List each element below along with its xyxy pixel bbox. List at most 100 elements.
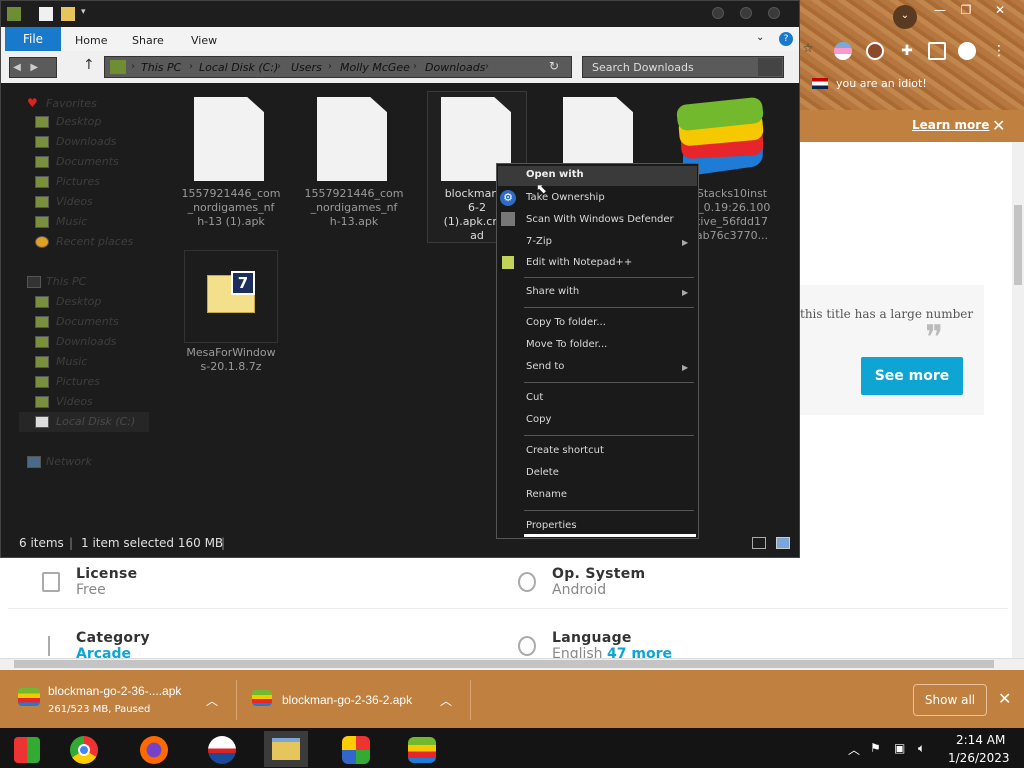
- breadcrumb-item[interactable]: Local Disk (C:): [199, 61, 278, 74]
- menu-scan-defender[interactable]: Scan With Windows Defender: [526, 214, 674, 225]
- nav-item-documents[interactable]: Documents: [56, 155, 119, 168]
- nav-item-pictures[interactable]: Pictures: [56, 375, 100, 388]
- learn-more-link[interactable]: Learn more: [912, 118, 989, 132]
- file-icon[interactable]: [194, 97, 264, 181]
- menu-copy[interactable]: Copy: [526, 414, 551, 425]
- menu-dots-icon[interactable]: ⋮: [990, 42, 1008, 60]
- breadcrumb-item[interactable]: Molly McGee: [340, 61, 410, 74]
- menu-share-with[interactable]: Share with: [526, 286, 579, 297]
- extension-flag-icon[interactable]: [834, 42, 852, 60]
- maximize-button[interactable]: [740, 7, 752, 19]
- nav-network[interactable]: Network: [46, 455, 92, 468]
- nav-item-local-disk[interactable]: Local Disk (C:): [56, 415, 135, 428]
- nav-item-music[interactable]: Music: [56, 355, 87, 368]
- close-browser-button[interactable]: ✕: [988, 2, 1012, 18]
- sidepanel-icon[interactable]: [928, 42, 946, 60]
- chevron-up-icon[interactable]: ︿: [206, 692, 218, 709]
- nav-item-recent-places[interactable]: Recent places: [56, 235, 133, 248]
- clock-time[interactable]: 2:14 AM: [956, 733, 1005, 747]
- menu-open-with[interactable]: Open with: [526, 169, 584, 180]
- download-item-name[interactable]: blockman-go-2-36-2.apk: [282, 693, 412, 707]
- nav-item-videos[interactable]: Videos: [56, 395, 93, 408]
- volume-icon[interactable]: 🔈︎: [918, 741, 925, 756]
- file-name[interactable]: MesaForWindow s-20.1.8.7z: [179, 346, 283, 374]
- close-icon[interactable]: ✕: [992, 116, 1005, 135]
- nav-item-downloads[interactable]: Downloads: [56, 335, 116, 348]
- puzzle-icon[interactable]: ✚: [898, 42, 916, 60]
- search-input[interactable]: Search Downloads: [582, 56, 784, 78]
- title-bar[interactable]: [1, 1, 799, 27]
- extension-avatar-icon[interactable]: [866, 42, 884, 60]
- minimize-button[interactable]: —: [928, 2, 952, 18]
- menu-send-to[interactable]: Send to: [526, 361, 564, 372]
- start-button[interactable]: [6, 731, 50, 767]
- menu-properties[interactable]: Properties: [526, 520, 577, 531]
- up-arrow-icon[interactable]: ↑: [83, 57, 99, 77]
- category-value[interactable]: Arcade: [76, 646, 131, 658]
- account-icon[interactable]: [958, 42, 976, 60]
- details-view-icon[interactable]: [752, 537, 766, 549]
- help-icon[interactable]: ?: [779, 32, 793, 46]
- breadcrumb-item[interactable]: Users: [291, 61, 322, 74]
- large-icons-view-icon[interactable]: [776, 537, 790, 549]
- chevron-up-icon[interactable]: ︿: [440, 692, 452, 709]
- bookmark-item[interactable]: you are an idiot!: [836, 77, 927, 90]
- file-explorer-taskbar-icon[interactable]: [264, 731, 308, 767]
- nav-favorites[interactable]: Favorites: [46, 97, 97, 110]
- profile-button[interactable]: ⌄: [893, 5, 917, 29]
- refresh-icon[interactable]: ↻: [549, 59, 559, 73]
- horizontal-scroll-thumb[interactable]: [14, 660, 994, 668]
- breadcrumb-item[interactable]: Downloads: [425, 61, 485, 74]
- file-icon[interactable]: [317, 97, 387, 181]
- download-item-name[interactable]: blockman-go-2-36-....apk: [48, 684, 181, 698]
- chrome-icon[interactable]: [62, 731, 106, 767]
- chevron-up-icon[interactable]: ︿: [848, 741, 860, 758]
- address-bar[interactable]: › This PC › Local Disk (C:) › Users › Mo…: [104, 56, 572, 78]
- vertical-scroll-thumb[interactable]: [1014, 205, 1022, 285]
- menu-edit-notepad[interactable]: Edit with Notepad++: [526, 257, 632, 268]
- search-icon[interactable]: [758, 58, 782, 76]
- properties-icon[interactable]: [39, 7, 53, 21]
- app-icon[interactable]: [334, 731, 378, 767]
- menu-move-to-folder[interactable]: Move To folder...: [526, 339, 607, 350]
- nav-item-downloads[interactable]: Downloads: [56, 135, 116, 148]
- breadcrumb-item[interactable]: This PC: [141, 61, 181, 74]
- menu-create-shortcut[interactable]: Create shortcut: [526, 445, 604, 456]
- menu-copy-to-folder[interactable]: Copy To folder...: [526, 317, 606, 328]
- nav-this-pc[interactable]: This PC: [46, 275, 86, 288]
- nav-item-desktop[interactable]: Desktop: [56, 115, 101, 128]
- more-languages-link[interactable]: 47 more: [607, 646, 672, 658]
- bluestacks-taskbar-icon[interactable]: [400, 731, 444, 767]
- nav-item-music[interactable]: Music: [56, 215, 87, 228]
- tab-file[interactable]: File: [5, 27, 61, 51]
- customize-qat-icon[interactable]: ▾: [81, 7, 95, 21]
- tab-view[interactable]: View: [191, 34, 217, 47]
- see-more-button[interactable]: See more: [861, 357, 963, 395]
- menu-7zip[interactable]: 7-Zip: [526, 236, 552, 247]
- back-forward-buttons[interactable]: ◀ ▶: [9, 57, 57, 78]
- tab-home[interactable]: Home: [75, 34, 107, 47]
- file-name[interactable]: 1557921446_com _nordigames_nf h-13 (1).a…: [179, 187, 283, 229]
- close-button[interactable]: [768, 7, 780, 19]
- close-icon[interactable]: ✕: [998, 689, 1011, 708]
- nav-item-documents[interactable]: Documents: [56, 315, 119, 328]
- firefox-icon[interactable]: [132, 731, 176, 767]
- show-all-button[interactable]: Show all: [913, 684, 987, 716]
- chevron-down-icon[interactable]: ⌄: [756, 32, 764, 43]
- file-name[interactable]: 1557921446_com _nordigames_nf h-13.apk: [302, 187, 406, 229]
- tab-share[interactable]: Share: [132, 34, 164, 47]
- new-folder-icon[interactable]: [61, 7, 75, 21]
- clock-date[interactable]: 1/26/2023: [948, 751, 1010, 765]
- nav-item-pictures[interactable]: Pictures: [56, 175, 100, 188]
- network-icon[interactable]: ▣: [894, 741, 905, 755]
- app-icon[interactable]: [200, 731, 244, 767]
- nav-item-videos[interactable]: Videos: [56, 195, 93, 208]
- menu-delete[interactable]: Delete: [526, 467, 559, 478]
- menu-cut[interactable]: Cut: [526, 392, 543, 403]
- restore-button[interactable]: ❐: [954, 2, 978, 18]
- menu-rename[interactable]: Rename: [526, 489, 567, 500]
- menu-take-ownership[interactable]: Take Ownership: [526, 192, 605, 203]
- flag-icon[interactable]: ⚑: [870, 741, 881, 755]
- nav-item-desktop[interactable]: Desktop: [56, 295, 101, 308]
- minimize-button[interactable]: [712, 7, 724, 19]
